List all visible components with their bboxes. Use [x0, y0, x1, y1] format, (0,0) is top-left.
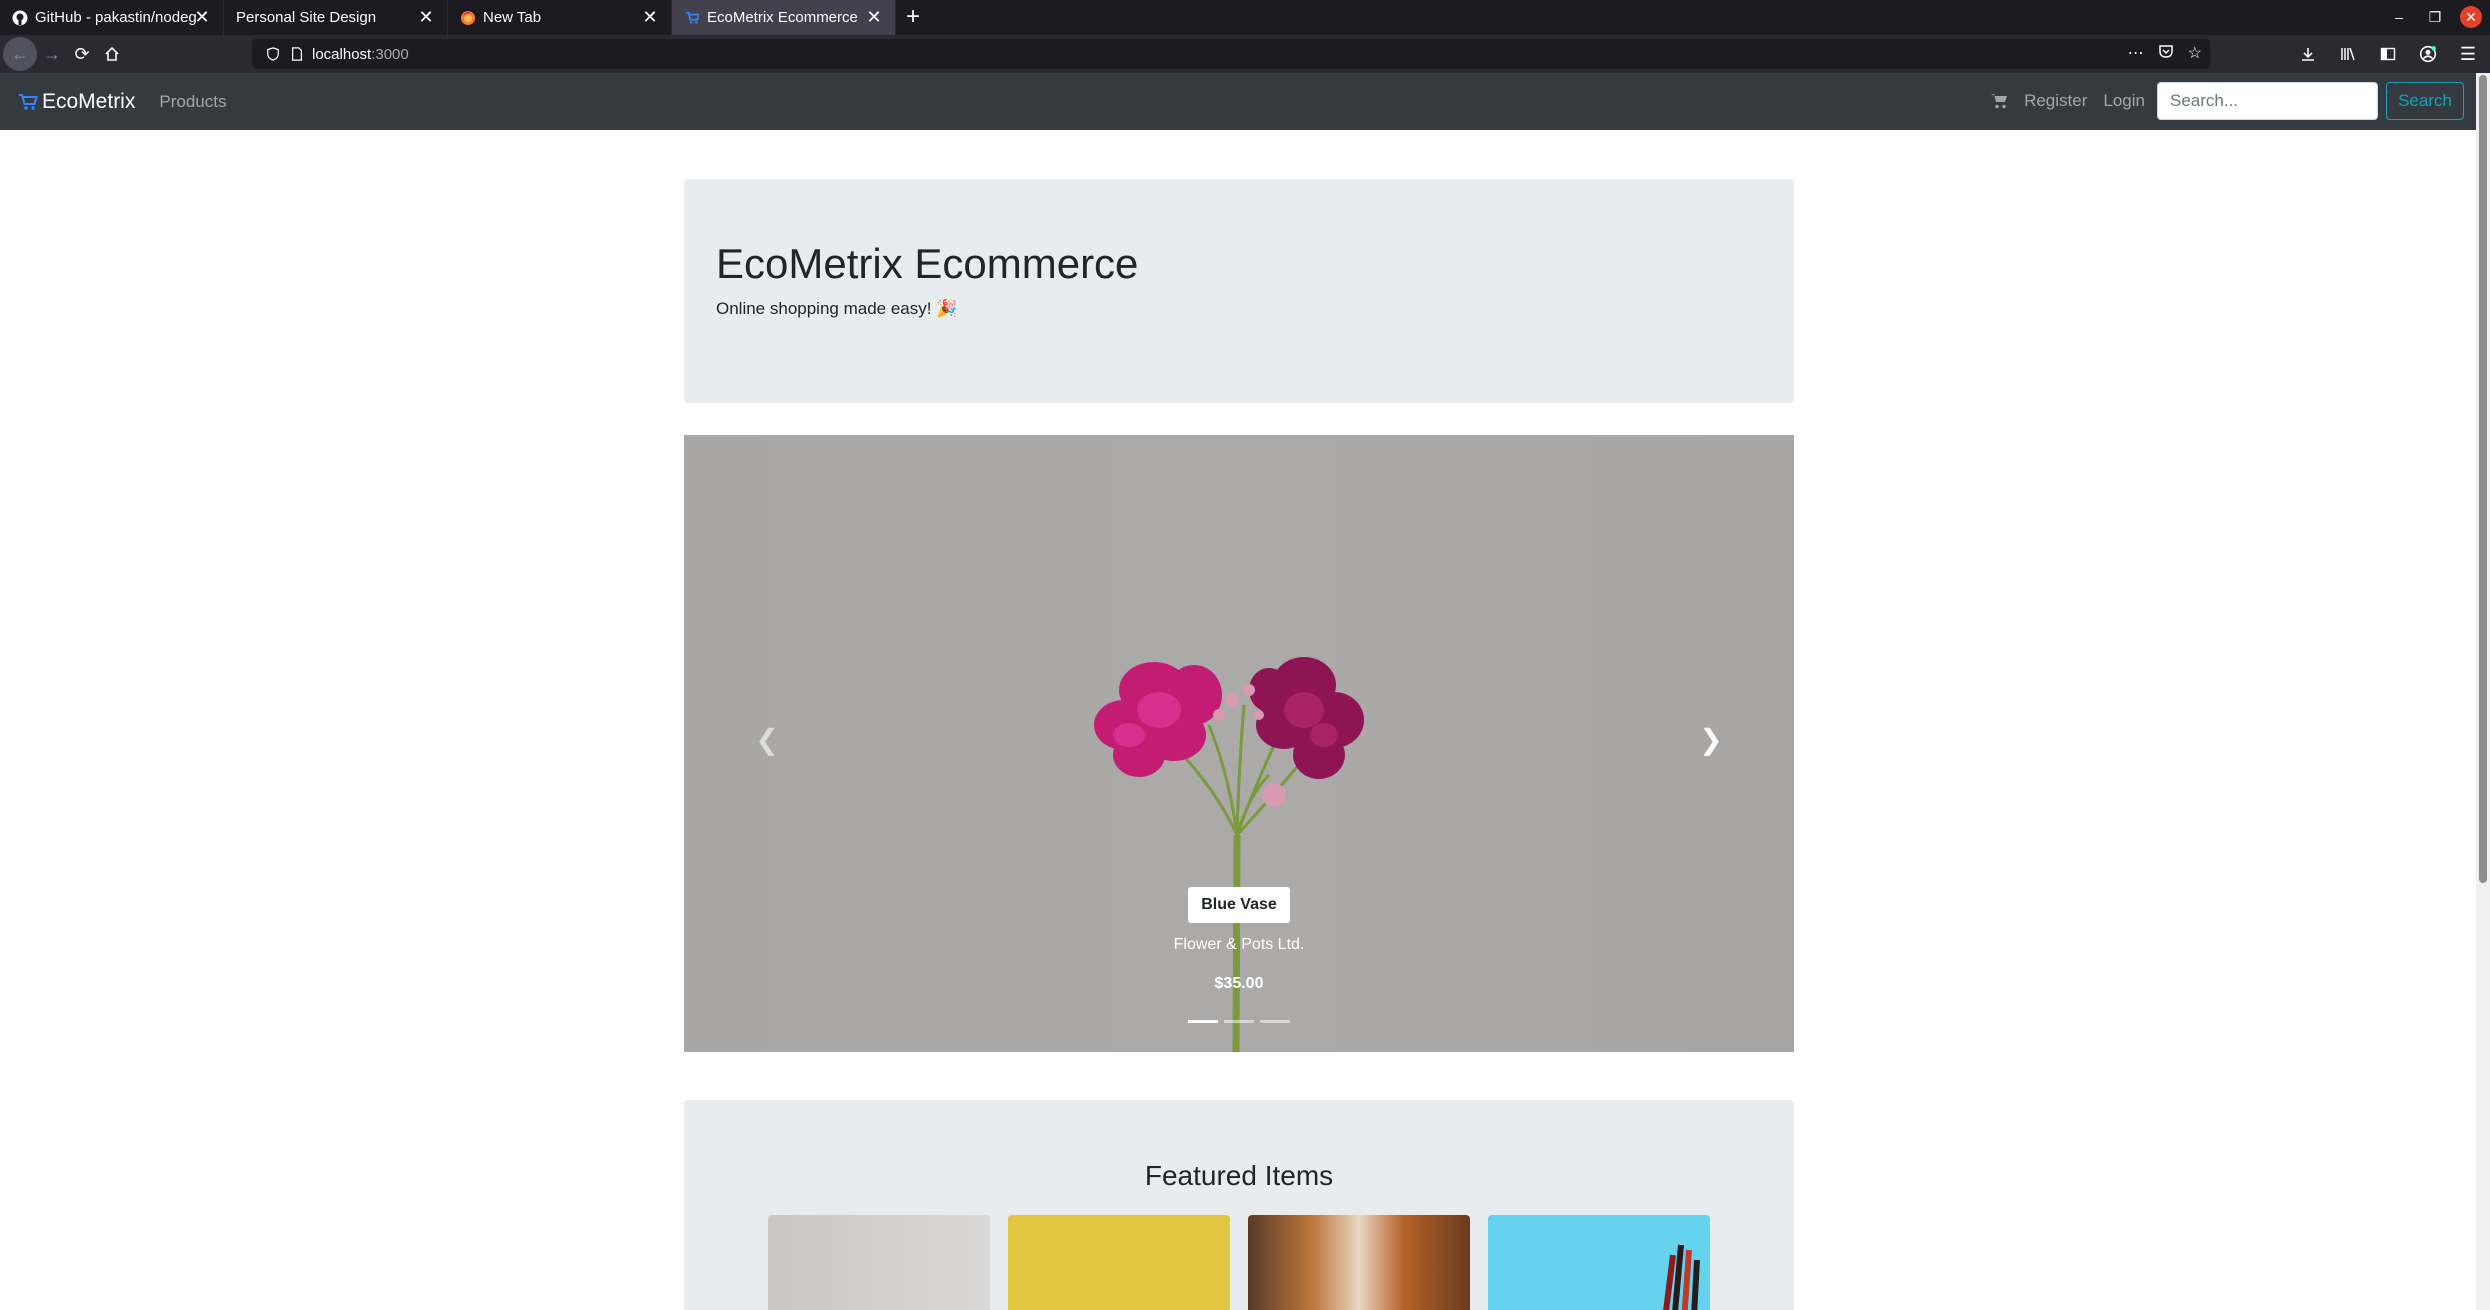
scrollbar-thumb[interactable]	[2479, 75, 2487, 883]
hero-title: EcoMetrix Ecommerce	[716, 240, 1139, 287]
browser-toolbar-right: ☰	[2294, 39, 2482, 69]
search-input[interactable]	[2157, 82, 2378, 120]
featured-card[interactable]	[768, 1215, 990, 1310]
product-image	[1008, 1215, 1230, 1310]
cart-icon	[684, 10, 700, 26]
product-carousel: ❮ ❯ Blue Vase Flower & Pots Ltd. $35.00	[684, 435, 1794, 1052]
page-scrollbar[interactable]	[2476, 73, 2490, 1310]
github-icon	[12, 10, 28, 26]
browser-tab-bar: GitHub - pakastin/nodeg ✕ Personal Site …	[0, 0, 2490, 35]
hero-subtitle: Online shopping made easy! 🎉	[716, 299, 958, 319]
url-port: :3000	[371, 45, 409, 63]
shopping-cart-icon[interactable]	[1990, 92, 2008, 110]
tab-title: EcoMetrix Ecommerce	[707, 9, 858, 26]
page-viewport: EcoMetrix Products Register Login Search…	[0, 73, 2490, 1310]
carousel-indicator[interactable]	[1188, 1020, 1218, 1023]
featured-cards	[768, 1215, 1710, 1310]
browser-tab-new-tab[interactable]: New Tab ✕	[448, 0, 672, 35]
window-controls: – ❐ ✕	[2388, 6, 2482, 28]
account-icon[interactable]	[2414, 39, 2442, 69]
tab-title: New Tab	[483, 9, 542, 26]
address-bar-actions: ⋯ ☆	[2128, 43, 2202, 64]
menu-icon[interactable]: ☰	[2454, 39, 2482, 69]
brand-link[interactable]: EcoMetrix	[18, 90, 135, 114]
featured-title: Featured Items	[1144, 1160, 1334, 1191]
restore-icon[interactable]: ❐	[2424, 6, 2446, 28]
featured-card[interactable]	[1008, 1215, 1230, 1310]
featured-section: Featured Items	[684, 1100, 1794, 1310]
minimize-icon[interactable]: –	[2388, 6, 2410, 28]
slide-title[interactable]: Blue Vase	[1188, 887, 1290, 923]
carousel-prev-icon[interactable]: ❮	[752, 725, 782, 755]
browser-tab-github[interactable]: GitHub - pakastin/nodeg ✕	[0, 0, 224, 35]
nav-products-link[interactable]: Products	[159, 92, 226, 112]
carousel-indicators	[684, 1020, 1794, 1023]
carousel-next-icon[interactable]: ❯	[1696, 725, 1726, 755]
close-window-icon[interactable]: ✕	[2460, 6, 2482, 28]
download-icon[interactable]	[2294, 39, 2322, 69]
tab-close-icon[interactable]: ✕	[865, 8, 883, 26]
featured-card[interactable]	[1248, 1215, 1470, 1310]
shield-icon[interactable]	[264, 45, 282, 63]
back-arrow-icon[interactable]: ←	[3, 37, 37, 71]
tab-title: GitHub - pakastin/nodeg	[35, 9, 197, 26]
bookmark-star-icon[interactable]: ☆	[2188, 43, 2202, 64]
library-icon[interactable]	[2334, 39, 2362, 69]
brand-name: EcoMetrix	[42, 89, 136, 113]
site-navbar: EcoMetrix Products Register Login Search	[0, 73, 2476, 130]
navbar-right: Register Login Search	[1990, 82, 2464, 120]
browser-tab-ecometrix[interactable]: EcoMetrix Ecommerce ✕	[672, 0, 896, 35]
featured-card[interactable]	[1488, 1215, 1710, 1310]
tab-title: Personal Site Design	[236, 9, 377, 26]
reload-icon[interactable]: ⟳	[67, 39, 97, 69]
sidebar-icon[interactable]	[2374, 39, 2402, 69]
page-icon[interactable]	[288, 45, 306, 63]
carousel-caption: Blue Vase Flower & Pots Ltd. $35.00	[684, 887, 1794, 993]
browser-tab-personal-site[interactable]: Personal Site Design ✕	[224, 0, 448, 35]
carousel-indicator[interactable]	[1260, 1020, 1290, 1023]
home-icon[interactable]	[97, 39, 127, 69]
nav-register-link[interactable]: Register	[2024, 91, 2087, 111]
pocket-icon[interactable]	[2158, 43, 2174, 64]
product-image	[1663, 1244, 1700, 1310]
search-button[interactable]: Search	[2386, 82, 2464, 120]
firefox-icon	[460, 10, 476, 26]
tab-close-icon[interactable]: ✕	[641, 8, 659, 26]
address-bar[interactable]: localhost:3000 ⋯ ☆	[252, 39, 2210, 69]
new-tab-button[interactable]: +	[896, 0, 930, 35]
slide-company: Flower & Pots Ltd.	[1173, 936, 1305, 953]
tab-close-icon[interactable]: ✕	[193, 8, 211, 26]
url-host: localhost	[312, 45, 372, 63]
tab-close-icon[interactable]: ✕	[417, 8, 435, 26]
nav-login-link[interactable]: Login	[2103, 91, 2145, 111]
slide-price: $35.00	[1214, 975, 1264, 992]
browser-toolbar: ← → ⟳ localhost:3000 ⋯ ☆ ☰	[0, 35, 2490, 73]
hero-jumbotron: EcoMetrix Ecommerce Online shopping made…	[684, 179, 1794, 403]
more-actions-icon[interactable]: ⋯	[2128, 43, 2144, 64]
forward-arrow-icon[interactable]: →	[37, 39, 67, 69]
cart-icon	[19, 93, 38, 110]
carousel-indicator[interactable]	[1224, 1020, 1254, 1023]
